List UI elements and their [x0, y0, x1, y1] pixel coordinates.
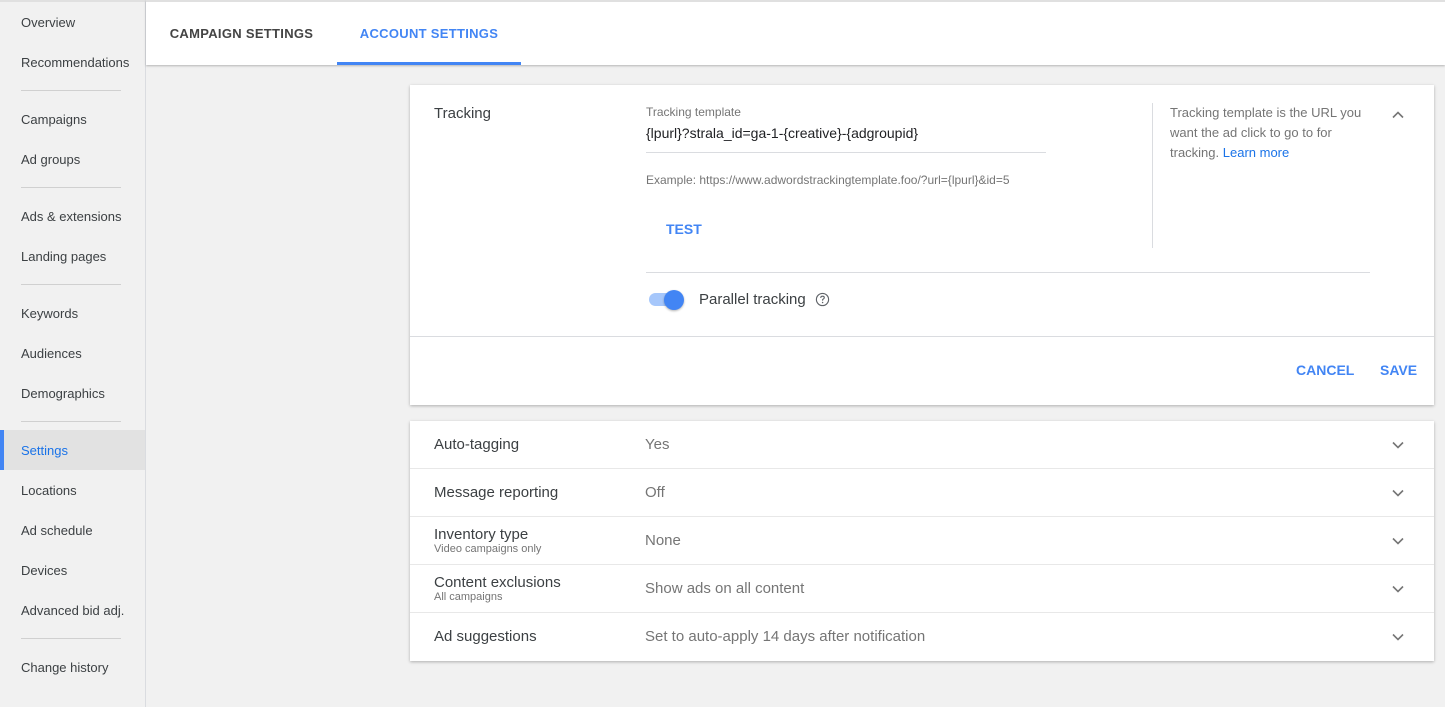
row-sub: Video campaigns only: [434, 543, 542, 555]
chevron-down-icon[interactable]: [1388, 435, 1408, 455]
sidebar-item-overview[interactable]: Overview: [0, 2, 145, 42]
settings-row-ad-suggestions[interactable]: Ad suggestions Set to auto-apply 14 days…: [410, 613, 1434, 661]
chevron-down-icon[interactable]: [1388, 531, 1408, 551]
cancel-button[interactable]: CANCEL: [1296, 362, 1354, 378]
row-value: None: [645, 532, 681, 549]
sidebar-item-audiences[interactable]: Audiences: [0, 333, 145, 373]
sidebar-divider: [0, 179, 145, 196]
save-button[interactable]: SAVE: [1380, 362, 1417, 378]
row-name: Message reporting: [434, 484, 559, 501]
tab-campaign-settings[interactable]: CAMPAIGN SETTINGS: [146, 2, 337, 65]
toggle-knob: [664, 290, 684, 310]
parallel-tracking-label: Parallel tracking: [699, 291, 806, 308]
tracking-divider: [646, 272, 1370, 273]
settings-tab-bar: CAMPAIGN SETTINGS ACCOUNT SETTINGS: [146, 0, 1445, 65]
sidebar-item-recommendations[interactable]: Recommendations: [0, 42, 145, 82]
sidebar-divider: [0, 276, 145, 293]
chevron-up-icon[interactable]: [1388, 105, 1408, 125]
sidebar-item-campaigns[interactable]: Campaigns: [0, 99, 145, 139]
chevron-down-icon[interactable]: [1388, 483, 1408, 503]
tracking-card: Tracking Tracking template {lpurl}?stral…: [410, 85, 1434, 405]
sidebar-item-demographics[interactable]: Demographics: [0, 373, 145, 413]
chevron-down-icon[interactable]: [1388, 627, 1408, 647]
sidebar-item-settings[interactable]: Settings: [0, 430, 145, 470]
sidebar-divider: [0, 630, 145, 647]
settings-row-message-reporting[interactable]: Message reporting Off: [410, 469, 1434, 517]
account-settings-list: Auto-tagging Yes Message reporting Off I…: [410, 421, 1434, 661]
tracking-title: Tracking: [434, 105, 491, 122]
tracking-template-example: Example: https://www.adwordstrackingtemp…: [646, 173, 1010, 187]
row-value: Yes: [645, 436, 670, 453]
sidebar-item-keywords[interactable]: Keywords: [0, 293, 145, 333]
settings-row-content-exclusions[interactable]: Content exclusions All campaigns Show ad…: [410, 565, 1434, 613]
help-divider: [1152, 103, 1153, 248]
sidebar-item-ad-groups[interactable]: Ad groups: [0, 139, 145, 179]
tracking-template-label: Tracking template: [646, 105, 741, 119]
learn-more-link[interactable]: Learn more: [1223, 145, 1289, 160]
row-value: Show ads on all content: [645, 580, 805, 597]
parallel-tracking-toggle[interactable]: [647, 288, 685, 310]
sidebar-item-change-history[interactable]: Change history: [0, 647, 145, 687]
test-button[interactable]: TEST: [666, 221, 702, 237]
settings-row-auto-tagging[interactable]: Auto-tagging Yes: [410, 421, 1434, 469]
sidebar-item-advanced-bid-adj[interactable]: Advanced bid adj.: [0, 590, 145, 630]
sidebar-item-ad-schedule[interactable]: Ad schedule: [0, 510, 145, 550]
row-name: Content exclusions: [434, 574, 561, 591]
chevron-down-icon[interactable]: [1388, 579, 1408, 599]
row-value: Set to auto-apply 14 days after notifica…: [645, 628, 926, 645]
tracking-help: Tracking template is the URL you want th…: [1170, 103, 1370, 163]
sidebar-item-ads-extensions[interactable]: Ads & extensions: [0, 196, 145, 236]
sidebar-divider: [0, 413, 145, 430]
row-name: Inventory type: [434, 526, 529, 543]
sidebar-item-devices[interactable]: Devices: [0, 550, 145, 590]
row-name: Auto-tagging: [434, 436, 520, 453]
sidebar-divider: [0, 82, 145, 99]
tab-account-settings[interactable]: ACCOUNT SETTINGS: [337, 2, 521, 65]
row-sub: All campaigns: [434, 591, 503, 603]
sidebar-item-locations[interactable]: Locations: [0, 470, 145, 510]
footer-divider: [410, 336, 1434, 337]
sidebar: Overview Recommendations Campaigns Ad gr…: [0, 0, 146, 707]
sidebar-item-landing-pages[interactable]: Landing pages: [0, 236, 145, 276]
help-icon[interactable]: [815, 292, 830, 307]
row-name: Ad suggestions: [434, 628, 537, 645]
tracking-template-input[interactable]: {lpurl}?strala_id=ga-1-{creative}-{adgro…: [646, 125, 1046, 153]
settings-row-inventory-type[interactable]: Inventory type Video campaigns only None: [410, 517, 1434, 565]
row-value: Off: [645, 484, 665, 501]
